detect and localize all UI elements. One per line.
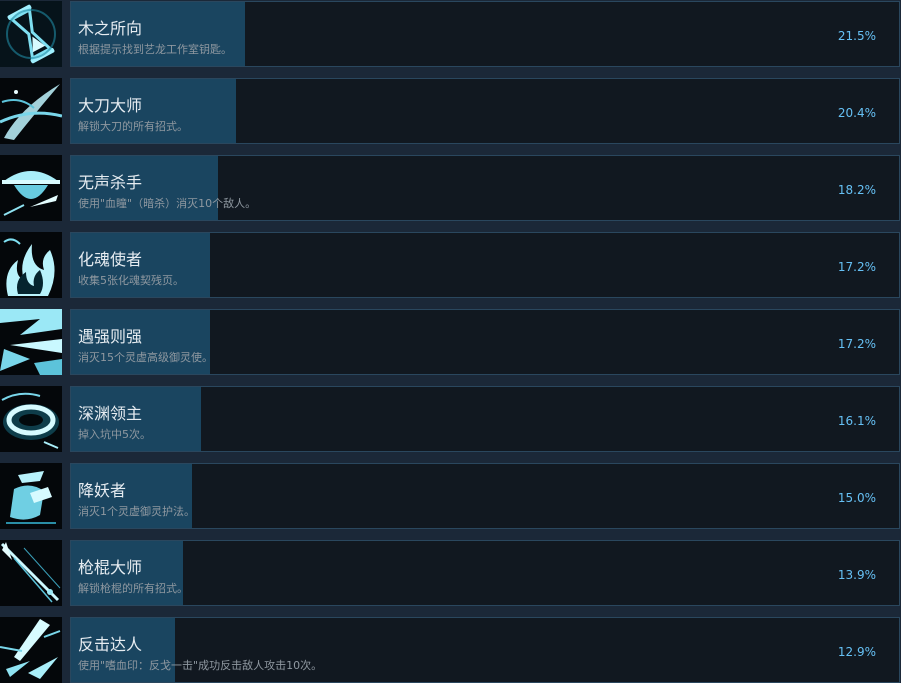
achievement-row[interactable]: 大刀大师解锁大刀的所有招式。 20.4% — [0, 78, 901, 145]
unlock-percentage: 13.9% — [837, 568, 876, 582]
achievement-list: 木之所向根据提示找到艺龙工作室钥匙。 21.5% 大刀大师解锁大刀的所有招式。 20.… — [0, 0, 901, 683]
achievement-card: 化魂使者收集5张化魂契残页。 17.2% — [70, 232, 900, 298]
achievement-description: 解锁大刀的所有招式。 — [78, 120, 188, 133]
demon-queller-icon — [0, 463, 62, 529]
unlock-percentage: 17.2% — [837, 260, 876, 274]
achievement-row[interactable]: 深渊领主掉入坑中5次。 16.1% — [0, 386, 901, 453]
achievement-row[interactable]: 木之所向根据提示找到艺龙工作室钥匙。 21.5% — [0, 1, 901, 68]
achievement-description: 收集5张化魂契残页。 — [78, 274, 184, 287]
achievement-card: 无声杀手使用"血瞳"（暗杀）消灭10个敌人。 18.2% — [70, 155, 900, 221]
achievement-title: 大刀大师 — [78, 96, 143, 115]
achievement-title: 反击达人 — [78, 635, 143, 654]
achievement-title: 化魂使者 — [78, 250, 143, 269]
blade-slash-icon — [0, 78, 62, 144]
achievement-row[interactable]: 反击达人使用"嗜血印：反戈一击"成功反击敌人攻击10次。 12.9% — [0, 617, 901, 683]
achievement-row[interactable]: 枪棍大师解锁枪棍的所有招式。 13.9% — [0, 540, 901, 607]
achievement-card: 遇强则强消灭15个灵虚高级御灵使。 17.2% — [70, 309, 900, 375]
achievement-row[interactable]: 降妖者消灭1个灵虚御灵护法。 15.0% — [0, 463, 901, 530]
achievement-card: 深渊领主掉入坑中5次。 16.1% — [70, 386, 900, 452]
achievement-description: 使用"血瞳"（暗杀）消灭10个敌人。 — [78, 197, 257, 210]
achievement-description: 根据提示找到艺龙工作室钥匙。 — [78, 43, 232, 56]
hourglass-icon — [0, 1, 62, 67]
unlock-percentage: 12.9% — [837, 645, 876, 659]
unlock-percentage: 18.2% — [837, 183, 876, 197]
achievement-card: 枪棍大师解锁枪棍的所有招式。 13.9% — [70, 540, 900, 606]
achievement-card: 降妖者消灭1个灵虚御灵护法。 15.0% — [70, 463, 900, 529]
achievement-description: 掉入坑中5次。 — [78, 428, 151, 441]
achievement-row[interactable]: 遇强则强消灭15个灵虚高级御灵使。 17.2% — [0, 309, 901, 376]
achievement-row[interactable]: 化魂使者收集5张化魂契残页。 17.2% — [0, 232, 901, 299]
achievement-title: 枪棍大师 — [78, 558, 143, 577]
unlock-percentage: 20.4% — [837, 106, 876, 120]
unlock-percentage: 21.5% — [837, 29, 876, 43]
achievement-description: 消灭15个灵虚高级御灵使。 — [78, 351, 213, 364]
unlock-percentage: 16.1% — [837, 414, 876, 428]
spear-staff-icon — [0, 540, 62, 606]
shatter-burst-icon — [0, 309, 62, 375]
achievement-description: 消灭1个灵虚御灵护法。 — [78, 505, 195, 518]
achievement-title: 无声杀手 — [78, 173, 143, 192]
counter-strike-icon — [0, 617, 62, 683]
unlock-percentage: 17.2% — [837, 337, 876, 351]
achievement-row[interactable]: 无声杀手使用"血瞳"（暗杀）消灭10个敌人。 18.2% — [0, 155, 901, 222]
abyss-pit-icon — [0, 386, 62, 452]
unlock-percentage: 15.0% — [837, 491, 876, 505]
achievement-title: 降妖者 — [78, 481, 127, 500]
spirit-flame-icon — [0, 232, 62, 298]
achievement-title: 遇强则强 — [78, 327, 143, 346]
achievement-card: 大刀大师解锁大刀的所有招式。 20.4% — [70, 78, 900, 144]
achievement-description: 解锁枪棍的所有招式。 — [78, 582, 188, 595]
achievement-card: 木之所向根据提示找到艺龙工作室钥匙。 21.5% — [70, 1, 900, 67]
achievement-description: 使用"嗜血印：反戈一击"成功反击敌人攻击10次。 — [78, 659, 323, 672]
achievement-title: 木之所向 — [78, 19, 143, 38]
achievement-card: 反击达人使用"嗜血印：反戈一击"成功反击敌人攻击10次。 12.9% — [70, 617, 900, 683]
straw-hat-icon — [0, 155, 62, 221]
achievement-title: 深渊领主 — [78, 404, 143, 423]
